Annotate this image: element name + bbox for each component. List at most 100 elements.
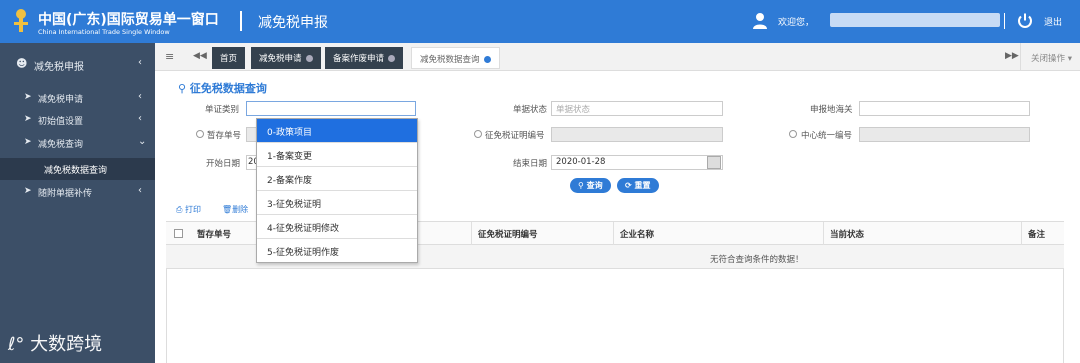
select-all-checkbox[interactable] bbox=[174, 229, 183, 238]
end-date-input[interactable]: 2020-01-28 bbox=[551, 155, 723, 170]
chevron-left-icon: ‹ bbox=[138, 113, 142, 124]
users-icon: ☻ bbox=[16, 57, 28, 70]
module-title: 减免税申报 bbox=[258, 15, 328, 31]
app-header: 中国(广东)国际贸易单一窗口 China International Trade… bbox=[0, 0, 1080, 43]
tab-apply-label: 减免税申请 bbox=[259, 54, 302, 64]
logo-icon bbox=[14, 9, 28, 32]
power-icon[interactable] bbox=[1016, 12, 1034, 30]
sidebar-item-label: 减免税查询 bbox=[38, 140, 84, 150]
tab-bar: ≡ ◀◀ 首页 减免税申请 备案作废申请 减免税数据查询 ▶▶ 关闭操作 ▾ bbox=[155, 43, 1080, 71]
reset-button[interactable]: ⟳ 重置 bbox=[617, 178, 659, 193]
tab-divider bbox=[1020, 43, 1021, 71]
sidebar-item-data-query[interactable]: 减免税数据查询 bbox=[0, 158, 155, 180]
close-tab-icon[interactable] bbox=[305, 55, 313, 62]
doc-type-label: 单证类别 bbox=[205, 105, 240, 115]
sidebar-root[interactable]: ☻ 减免税申报 ‹ bbox=[0, 53, 155, 77]
header-divider-2 bbox=[1004, 13, 1005, 29]
logout-link[interactable]: 退出 bbox=[1044, 15, 1062, 28]
cert-no-label: 征免税证明编号 bbox=[485, 131, 545, 141]
close-tab-icon[interactable] bbox=[388, 55, 396, 62]
sidebar-item-label: 减免税申请 bbox=[38, 95, 84, 105]
end-date-label: 结束日期 bbox=[513, 159, 548, 169]
search-icon: ⚲ bbox=[178, 82, 190, 95]
arrow-right-icon: ➤ bbox=[24, 114, 32, 124]
tab-cancel-apply[interactable]: 备案作废申请 bbox=[325, 47, 404, 69]
tab-apply[interactable]: 减免税申请 bbox=[251, 47, 321, 69]
col-company[interactable]: 企业名称 bbox=[620, 228, 654, 240]
scroll-left-icon[interactable]: ◀◀ bbox=[193, 51, 207, 61]
tab-query-label: 减免税数据查询 bbox=[420, 55, 480, 65]
chevron-left-icon: ‹ bbox=[138, 185, 142, 196]
sidebar-item-query[interactable]: ➤ 减免税查询 ⌄ bbox=[0, 132, 155, 154]
sidebar-item-label: 初始值设置 bbox=[38, 117, 84, 127]
printer-icon: ⎙ bbox=[176, 205, 185, 214]
query-button[interactable]: ⚲ 查询 bbox=[570, 178, 611, 193]
close-tab-icon[interactable] bbox=[483, 56, 491, 63]
dropdown-option[interactable]: 4-征免税证明修改 bbox=[257, 215, 417, 239]
chevron-left-icon: ‹ bbox=[138, 57, 142, 68]
dropdown-option[interactable]: 2-备案作废 bbox=[257, 167, 417, 191]
dropdown-option[interactable]: 1-备案变更 bbox=[257, 143, 417, 167]
user-icon bbox=[753, 13, 767, 29]
cert-no-input[interactable] bbox=[551, 127, 723, 142]
dropdown-option[interactable]: 0-政策项目 bbox=[257, 119, 417, 143]
sidebar-item-attachments[interactable]: ➤ 随附单据补传 ‹ bbox=[0, 181, 155, 203]
sidebar-item-label: 随附单据补传 bbox=[38, 189, 93, 199]
tab-home[interactable]: 首页 bbox=[212, 47, 246, 69]
delete-label: 删除 bbox=[232, 205, 249, 214]
header-divider bbox=[240, 11, 242, 31]
tab-home-label: 首页 bbox=[220, 54, 238, 64]
app-subtitle: China International Trade Single Window bbox=[38, 28, 170, 36]
col-remarks[interactable]: 备注 bbox=[1028, 228, 1045, 240]
temp-no-label: 暂存单号 bbox=[207, 131, 242, 141]
sidebar: ☻ 减免税申报 ‹ ➤ 减免税申请 ‹ ➤ 初始值设置 ‹ ➤ 减免税查询 ⌄ … bbox=[0, 43, 155, 363]
sidebar-item-init[interactable]: ➤ 初始值设置 ‹ bbox=[0, 109, 155, 131]
center-no-label: 中心统一编号 bbox=[801, 131, 853, 141]
chevron-down-icon: ⌄ bbox=[138, 136, 147, 147]
tab-data-query[interactable]: 减免税数据查询 bbox=[411, 47, 500, 69]
close-ops-menu[interactable]: 关闭操作 ▾ bbox=[1031, 52, 1072, 64]
watermark: ℓ° 大数跨境 bbox=[8, 330, 102, 356]
col-divider bbox=[1021, 222, 1022, 246]
close-ops-label: 关闭操作 bbox=[1031, 54, 1066, 64]
center-no-input[interactable] bbox=[859, 127, 1030, 142]
delete-button[interactable]: 🗑删除 bbox=[222, 204, 248, 215]
col-divider bbox=[471, 222, 472, 246]
print-label: 打印 bbox=[184, 205, 201, 214]
form-title-text: 征免税数据查询 bbox=[189, 82, 267, 95]
dropdown-option[interactable]: 5-征免税证明作废 bbox=[257, 239, 417, 263]
scroll-right-icon[interactable]: ▶▶ bbox=[1005, 51, 1019, 61]
col-status[interactable]: 当前状态 bbox=[830, 228, 864, 240]
dropdown-option[interactable]: 3-征免税证明 bbox=[257, 191, 417, 215]
temp-no-radio[interactable] bbox=[196, 130, 204, 138]
col-cert-no[interactable]: 征免税证明编号 bbox=[478, 228, 538, 240]
welcome-text: 欢迎您， bbox=[778, 18, 815, 28]
arrow-right-icon: ➤ bbox=[24, 92, 32, 102]
sidebar-item-apply[interactable]: ➤ 减免税申请 ‹ bbox=[0, 87, 155, 109]
trash-icon: 🗑 bbox=[222, 205, 233, 214]
table-body bbox=[166, 269, 1064, 363]
arrow-right-icon: ➤ bbox=[24, 137, 32, 147]
watermark-logo-icon: ℓ° bbox=[8, 334, 31, 355]
form-title: ⚲ 征免税数据查询 bbox=[178, 80, 267, 96]
print-button[interactable]: ⎙ 打印 bbox=[176, 204, 201, 215]
calendar-icon[interactable] bbox=[707, 156, 721, 169]
status-select[interactable]: 单据状态 bbox=[551, 101, 723, 116]
start-date-label: 开始日期 bbox=[206, 159, 241, 169]
center-no-radio[interactable] bbox=[789, 130, 797, 138]
empty-message: 无符合查询条件的数据！ bbox=[710, 255, 804, 265]
menu-toggle-icon[interactable]: ≡ bbox=[165, 50, 174, 63]
doc-type-select[interactable] bbox=[246, 101, 416, 116]
username-redacted bbox=[830, 13, 1000, 27]
tab-cancel-label: 备案作废申请 bbox=[333, 54, 385, 64]
col-temp-no[interactable]: 暂存单号 bbox=[197, 228, 231, 240]
customs-input[interactable] bbox=[859, 101, 1030, 116]
cert-no-radio[interactable] bbox=[474, 130, 482, 138]
refresh-icon: ⟳ bbox=[625, 181, 635, 190]
arrow-right-icon: ➤ bbox=[24, 186, 32, 196]
app-title: 中国(广东)国际贸易单一窗口 bbox=[38, 12, 219, 28]
status-label: 单据状态 bbox=[513, 105, 548, 115]
customs-label: 申报地海关 bbox=[810, 105, 853, 115]
reset-button-label: 重置 bbox=[634, 181, 651, 190]
col-divider bbox=[613, 222, 614, 246]
